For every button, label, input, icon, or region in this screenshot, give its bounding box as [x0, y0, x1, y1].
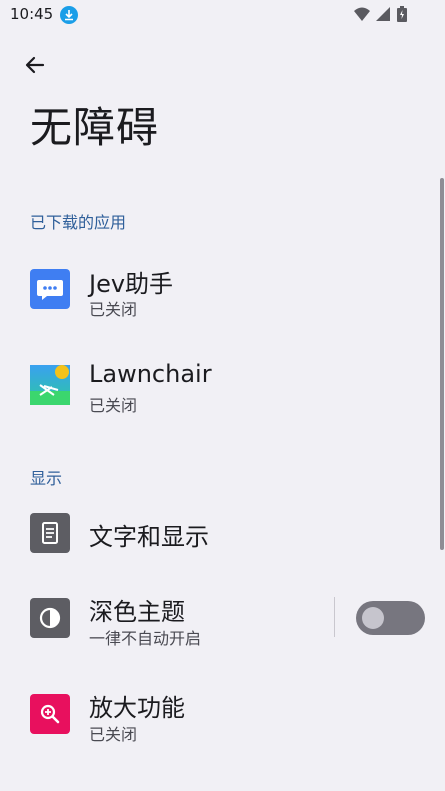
dark-theme-toggle[interactable]	[356, 601, 425, 635]
item-title: 深色主题	[89, 598, 185, 626]
cell-signal-icon	[375, 6, 391, 26]
lawnchair-icon	[30, 365, 70, 405]
item-subtitle: 已关闭	[89, 300, 138, 319]
list-item-lawnchair[interactable]: Lawnchair 已关闭	[0, 346, 440, 426]
toggle-thumb	[362, 607, 384, 629]
section-header-display: 显示	[30, 469, 63, 488]
list-item-text-and-display[interactable]: 文字和显示	[0, 500, 440, 566]
arrow-back-icon	[25, 56, 45, 74]
text-display-icon	[30, 513, 70, 553]
page-title: 无障碍	[30, 103, 160, 152]
status-time: 10:45	[10, 5, 54, 23]
chat-bubble-icon	[30, 269, 70, 309]
dark-theme-icon	[30, 598, 70, 638]
list-item-jev-assistant[interactable]: Jev助手 已关闭	[0, 250, 440, 330]
item-title: Lawnchair	[89, 360, 212, 388]
item-subtitle: 一律不自动开启	[89, 629, 202, 648]
scrollbar[interactable]	[440, 178, 444, 550]
wifi-icon	[353, 6, 371, 26]
back-button[interactable]	[14, 44, 56, 86]
item-title: 放大功能	[89, 694, 185, 722]
divider	[334, 597, 335, 637]
magnify-icon	[30, 694, 70, 734]
item-title: Jev助手	[89, 270, 174, 298]
item-subtitle: 已关闭	[89, 396, 138, 415]
section-header-downloaded-apps: 已下载的应用	[30, 213, 127, 232]
item-subtitle: 已关闭	[89, 725, 138, 744]
battery-icon	[397, 6, 407, 26]
download-icon	[60, 6, 78, 24]
list-item-magnification[interactable]: 放大功能 已关闭	[0, 676, 440, 756]
item-title: 文字和显示	[89, 523, 209, 551]
status-bar: 10:45	[0, 0, 445, 30]
